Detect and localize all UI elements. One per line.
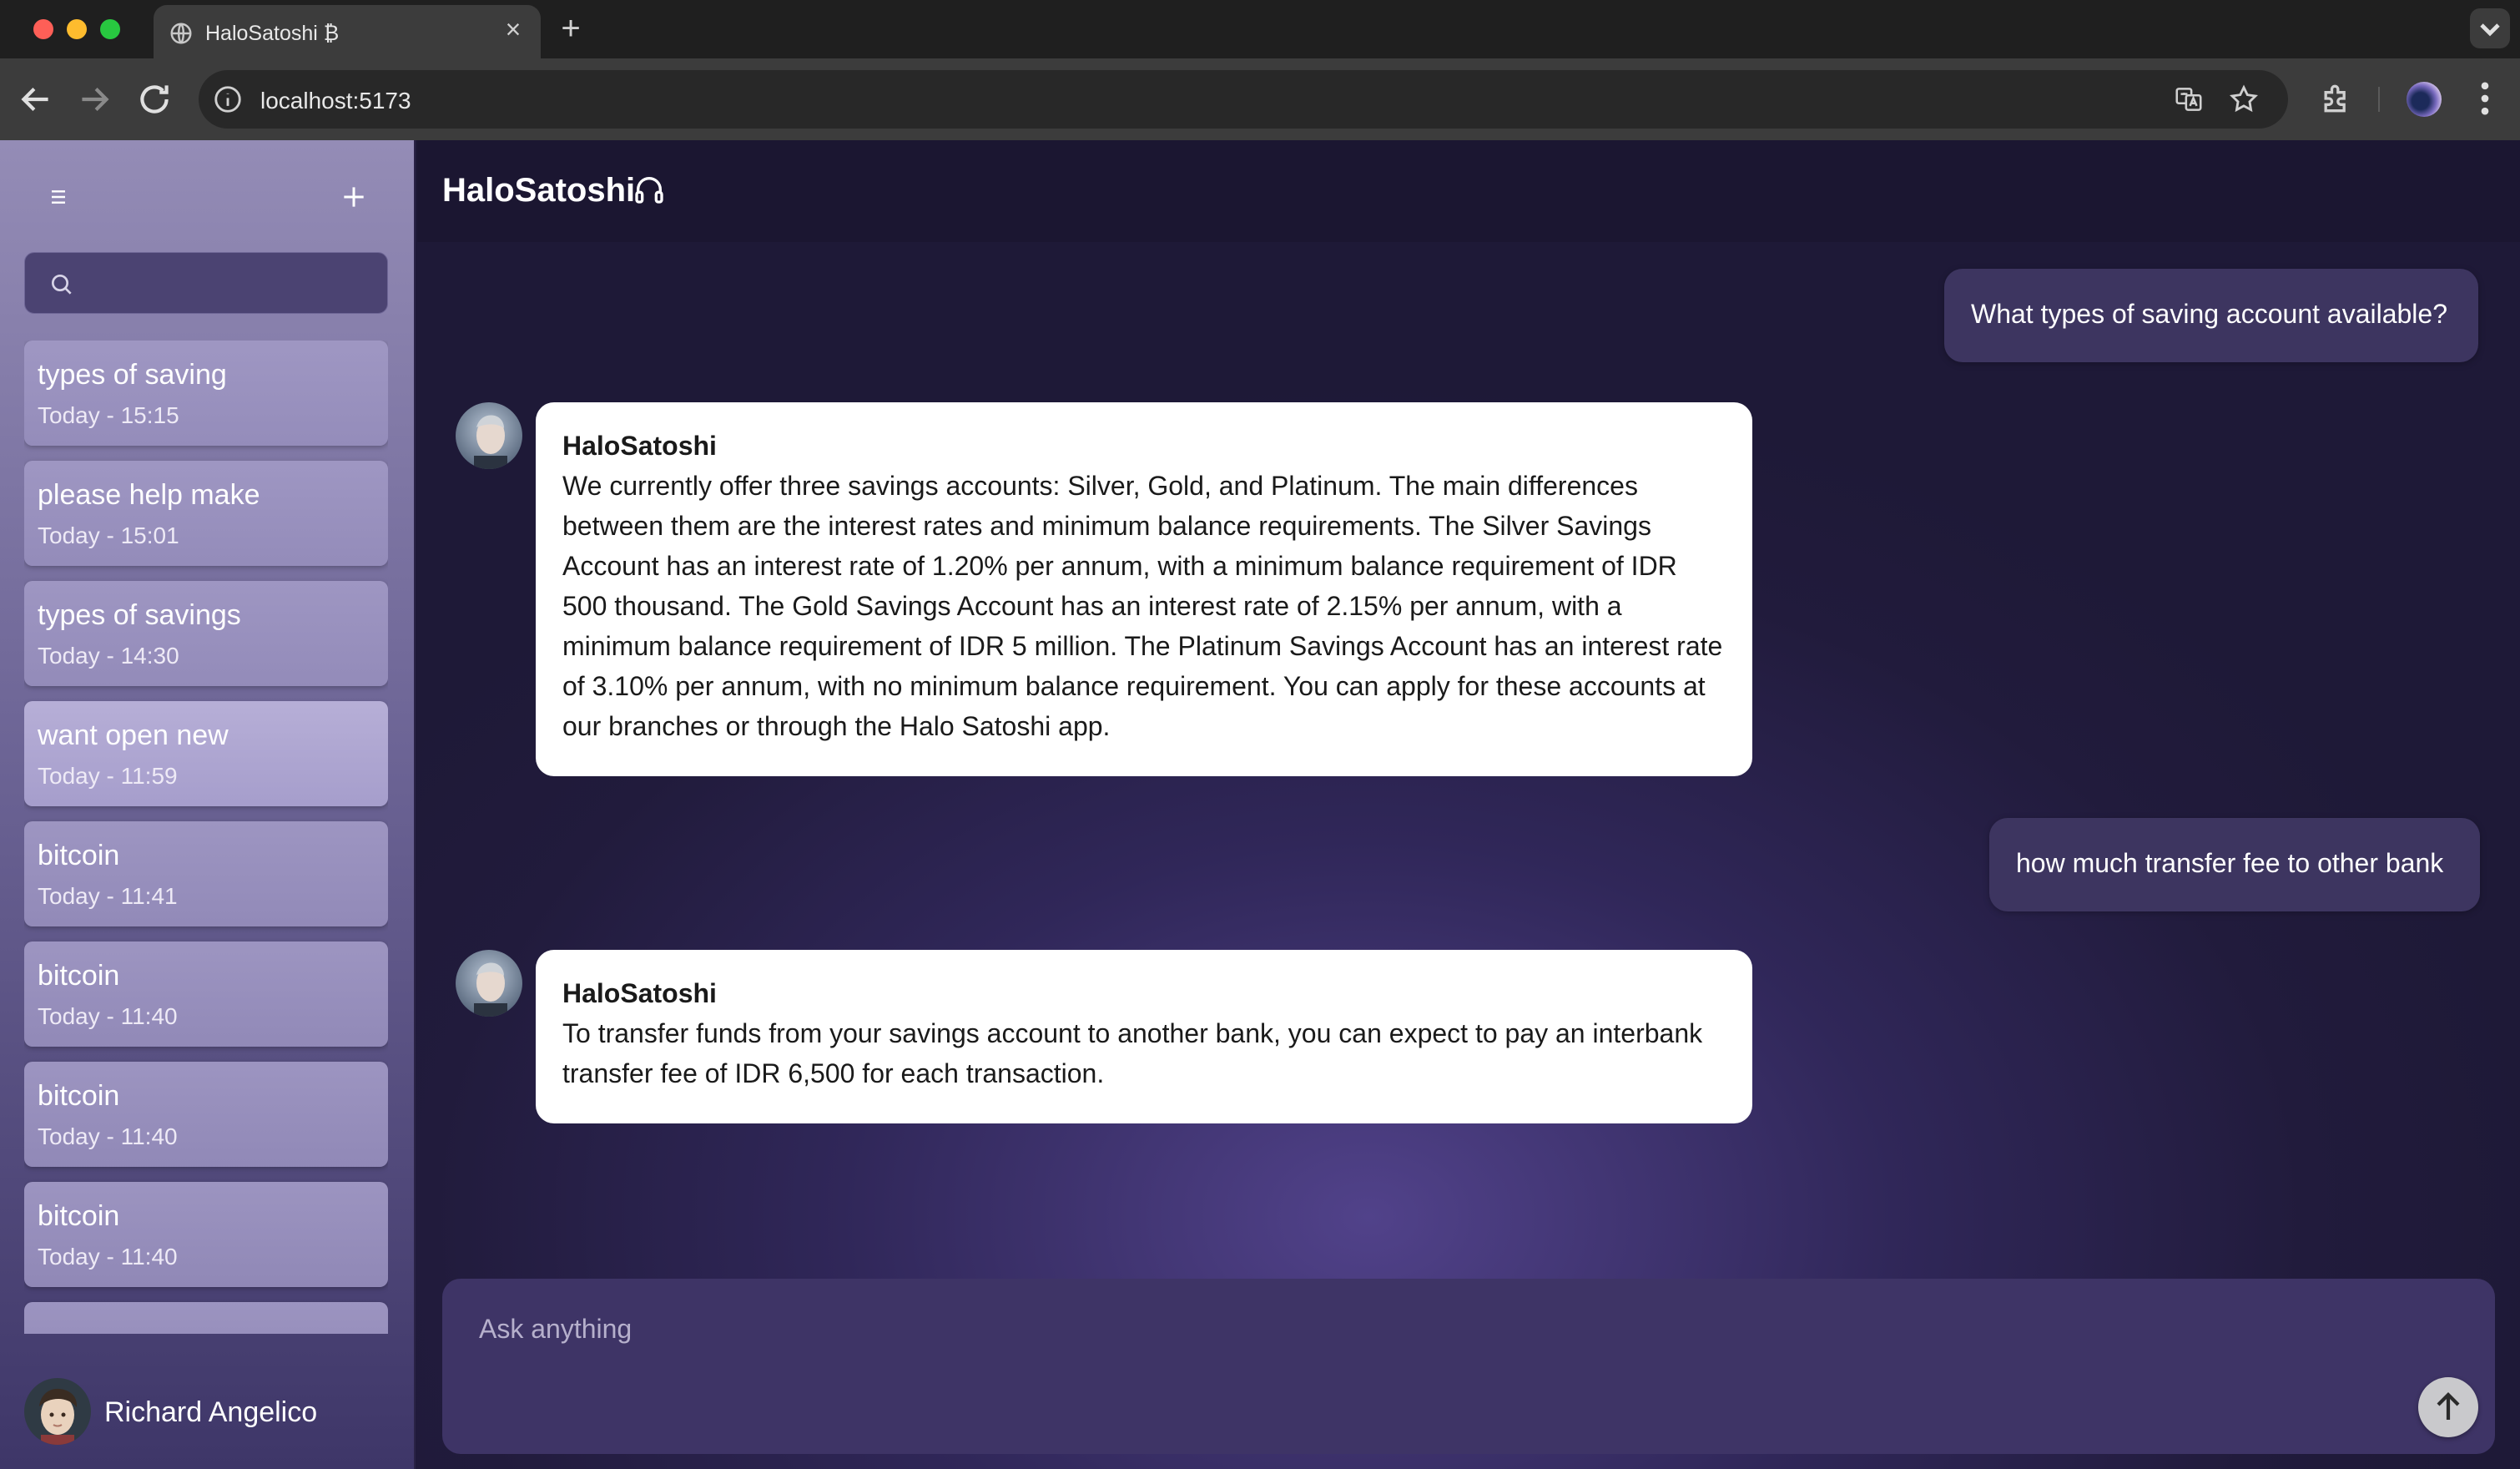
- chat-history-time: Today - 11:41: [38, 883, 178, 909]
- chat-history-title: bitcoin: [38, 840, 120, 871]
- chat-history-item[interactable]: [24, 1302, 388, 1334]
- bot-message: HaloSatoshi To transfer funds from your …: [536, 950, 1752, 1123]
- chat-history-time: Today - 15:01: [38, 522, 179, 548]
- chat-history-item[interactable]: bitcoin Today - 11:40: [24, 1062, 388, 1167]
- close-icon[interactable]: ×: [501, 16, 526, 43]
- kebab-menu-icon[interactable]: [2470, 77, 2500, 120]
- avatar: [24, 1378, 91, 1445]
- chat-history-item[interactable]: want open new Today - 11:59: [24, 701, 388, 806]
- chat-history-time: Today - 14:30: [38, 643, 179, 669]
- chat-history-title: want open new: [38, 719, 229, 751]
- bot-message-text: We currently offer three savings account…: [562, 471, 1723, 741]
- chat-history-time: Today - 11:40: [38, 1003, 178, 1029]
- address-bar[interactable]: localhost:5173: [199, 70, 2288, 129]
- minimize-window-button[interactable]: [67, 19, 87, 39]
- page-title: HaloSatoshi: [442, 172, 636, 209]
- bot-message: HaloSatoshi We currently offer three sav…: [536, 402, 1752, 776]
- bot-avatar: [456, 402, 522, 469]
- browser-toolbar: localhost:5173: [0, 58, 2520, 140]
- puzzle-icon[interactable]: [2318, 80, 2355, 117]
- close-window-button[interactable]: [33, 19, 53, 39]
- sidebar: types of saving Today - 15:15 please hel…: [0, 140, 416, 1469]
- forward-arrow-icon[interactable]: [73, 78, 115, 120]
- chevron-down-icon: [2480, 23, 2500, 37]
- chat-history-time: Today - 11:59: [38, 763, 178, 789]
- tab-title: HaloSatoshi ₿: [205, 22, 340, 45]
- chat-history-title: bitcoin: [38, 1200, 120, 1232]
- headset-icon: [635, 177, 663, 204]
- chat-history-title: bitcoin: [38, 1080, 120, 1112]
- message-composer: [442, 1279, 2495, 1454]
- new-chat-icon[interactable]: [337, 180, 370, 214]
- chat-history-item[interactable]: please help make Today - 15:01: [24, 461, 388, 566]
- chat-history-title: types of saving: [38, 359, 227, 391]
- profile-avatar[interactable]: [2407, 82, 2442, 117]
- chat-history-item[interactable]: bitcoin Today - 11:41: [24, 821, 388, 926]
- bot-message-text: To transfer funds from your savings acco…: [562, 1018, 1703, 1088]
- browser-tabstrip: HaloSatoshi ₿ × +: [0, 0, 2520, 60]
- search-input[interactable]: [87, 263, 370, 305]
- chat-history-time: Today - 11:40: [38, 1123, 178, 1149]
- chat-history-time: Today - 11:40: [38, 1244, 178, 1270]
- user-name: Richard Angelico: [104, 1396, 318, 1428]
- url-text[interactable]: localhost:5173: [260, 88, 411, 114]
- chat-history-item[interactable]: types of saving Today - 15:15: [24, 341, 388, 446]
- bot-name: HaloSatoshi: [562, 431, 717, 461]
- message-input[interactable]: [479, 1314, 2315, 1414]
- chat-header: HaloSatoshi: [417, 140, 2520, 242]
- chat-history-list: types of saving Today - 15:15 please hel…: [24, 341, 388, 1334]
- arrow-up-icon: [2437, 1392, 2460, 1420]
- user-message: how much transfer fee to other bank: [1989, 818, 2480, 911]
- hamburger-menu-icon[interactable]: [43, 184, 73, 210]
- user-message: What types of saving account available?: [1944, 269, 2478, 362]
- browser-tab[interactable]: HaloSatoshi ₿ ×: [154, 5, 541, 60]
- send-button[interactable]: [2418, 1377, 2478, 1437]
- translate-icon[interactable]: [2173, 83, 2205, 115]
- plus-icon[interactable]: +: [554, 12, 587, 45]
- user-profile[interactable]: Richard Angelico: [24, 1378, 391, 1446]
- star-icon[interactable]: [2228, 83, 2260, 115]
- chat-history-item[interactable]: bitcoin Today - 11:40: [24, 1182, 388, 1287]
- toolbar-divider: [2378, 87, 2380, 112]
- chat-app: types of saving Today - 15:15 please hel…: [0, 140, 2520, 1469]
- maximize-window-button[interactable]: [100, 19, 120, 39]
- bot-avatar: [456, 950, 522, 1017]
- info-icon[interactable]: [212, 83, 244, 115]
- bot-name: HaloSatoshi: [562, 978, 717, 1008]
- tab-search-button[interactable]: [2470, 8, 2510, 48]
- chat-history-time: Today - 15:15: [38, 402, 179, 428]
- chat-history-title: please help make: [38, 479, 260, 511]
- chat-history-title: types of savings: [38, 599, 241, 631]
- chat-history-title: bitcoin: [38, 960, 120, 992]
- globe-icon: [170, 23, 192, 44]
- sidebar-search[interactable]: [24, 252, 388, 314]
- back-arrow-icon[interactable]: [15, 78, 57, 120]
- chat-history-item[interactable]: types of savings Today - 14:30: [24, 581, 388, 686]
- chat-history-item[interactable]: bitcoin Today - 11:40: [24, 941, 388, 1047]
- reload-icon[interactable]: [134, 78, 175, 120]
- search-icon: [52, 275, 72, 295]
